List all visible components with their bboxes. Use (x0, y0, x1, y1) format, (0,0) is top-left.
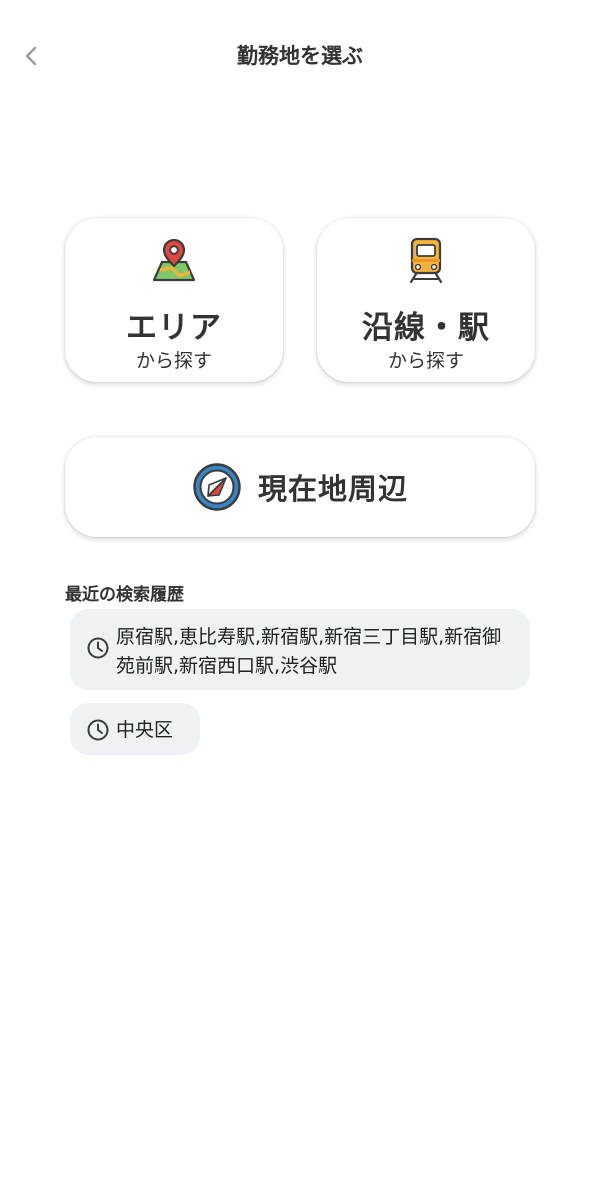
clock-icon (87, 719, 109, 741)
header: 勤務地を選ぶ (0, 0, 600, 112)
line-station-title: 沿線・駅 (362, 310, 490, 346)
map-pin-icon (152, 238, 196, 282)
search-nearby-card[interactable]: 現在地周辺 (65, 437, 535, 537)
history-item-text: 中央区 (116, 718, 174, 741)
search-by-area-card[interactable]: エリア から探す (65, 218, 283, 382)
line-station-subtitle: から探す (387, 350, 464, 372)
train-icon (409, 237, 443, 284)
history-item[interactable]: 中央区 (70, 703, 200, 755)
history-item[interactable]: 原宿駅,恵比寿駅,新宿駅,新宿三丁目駅,新宿御苑前駅,新宿西口駅,渋谷駅 (70, 609, 530, 690)
clock-icon (87, 637, 109, 659)
page-title: 勤務地を選ぶ (237, 44, 363, 68)
page: 勤務地を選ぶ エリア から探す 沿線・駅 から探す 現在地周辺 最近の検索履歴 … (0, 0, 600, 1194)
compass-icon (193, 463, 241, 511)
history-title: 最近の検索履歴 (65, 585, 184, 605)
nearby-label: 現在地周辺 (257, 472, 408, 506)
history-item-text: 原宿駅,恵比寿駅,新宿駅,新宿三丁目駅,新宿御苑前駅,新宿西口駅,渋谷駅 (116, 626, 502, 677)
area-subtitle: から探す (135, 350, 212, 372)
area-title: エリア (126, 310, 222, 346)
search-by-line-card[interactable]: 沿線・駅 から探す (317, 218, 535, 382)
